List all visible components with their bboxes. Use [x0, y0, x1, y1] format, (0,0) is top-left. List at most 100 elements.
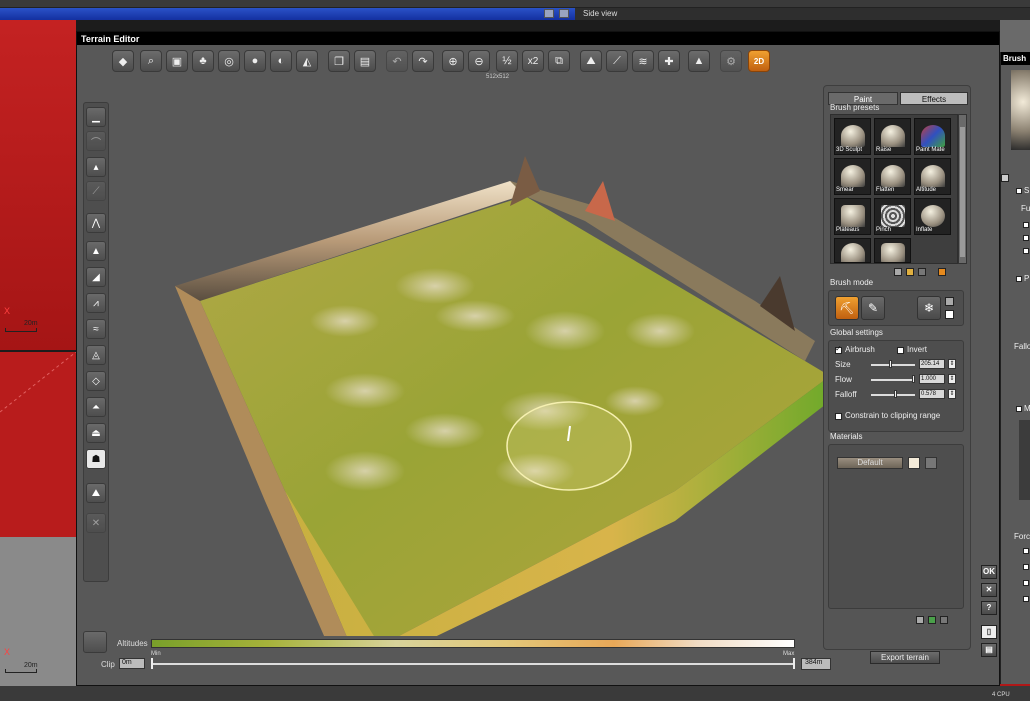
- mode-lock-icon[interactable]: [945, 297, 954, 306]
- brush-force-check-4[interactable]: [1023, 596, 1029, 602]
- altitudes-toggle-icon[interactable]: [83, 631, 107, 653]
- brush-option-s-check[interactable]: [1016, 188, 1022, 194]
- size-field[interactable]: 205.14: [919, 359, 945, 369]
- brush-option-p-check[interactable]: [1016, 276, 1022, 282]
- flat-terrain-icon[interactable]: ▁: [86, 107, 106, 127]
- crater-icon[interactable]: ◇: [86, 371, 106, 391]
- canyon-icon[interactable]: ⩘: [86, 293, 106, 313]
- export-terrain-button[interactable]: Export terrain: [870, 651, 940, 664]
- globe-icon[interactable]: ◎: [218, 50, 240, 72]
- preset-altitude[interactable]: Altitude: [914, 158, 951, 195]
- fractal-icon[interactable]: ≋: [632, 50, 654, 72]
- plateau-icon[interactable]: ⏏: [86, 423, 106, 443]
- airbrush-checkbox[interactable]: [835, 344, 842, 354]
- clip-max-handle[interactable]: [793, 658, 795, 669]
- flow-slider[interactable]: [871, 379, 915, 381]
- freeze-icon[interactable]: ❄: [917, 296, 941, 320]
- paste-icon[interactable]: ▤: [354, 50, 376, 72]
- size-spinner[interactable]: ⇕: [948, 359, 956, 369]
- preset-mound[interactable]: [834, 238, 871, 263]
- load-preset-icon[interactable]: [906, 268, 914, 276]
- shaded-sphere-icon[interactable]: ◐: [270, 50, 292, 72]
- falloff-field[interactable]: 0.578: [919, 389, 945, 399]
- zoom-extents-icon[interactable]: ⌕: [140, 50, 162, 72]
- redo-icon[interactable]: ↷: [412, 50, 434, 72]
- altitude-color-gradient[interactable]: [151, 639, 795, 648]
- material-color-swatch[interactable]: [908, 457, 920, 469]
- preset-options-icon[interactable]: [938, 268, 946, 276]
- peak-icon[interactable]: ▴: [86, 157, 106, 177]
- brush-force-check-3[interactable]: [1023, 580, 1029, 586]
- presets-scroll-thumb[interactable]: [960, 127, 965, 257]
- preset-plateaus[interactable]: Plateaus: [834, 198, 871, 235]
- picture-icon[interactable]: ☗: [86, 449, 106, 469]
- brush-force-check-1[interactable]: [1023, 548, 1029, 554]
- flow-spinner[interactable]: ⇕: [948, 374, 956, 384]
- terrain-menu-icon[interactable]: ◆: [112, 50, 134, 72]
- mountain-icon[interactable]: ▲: [688, 50, 710, 72]
- cliff-icon[interactable]: ◢: [86, 267, 106, 287]
- brush-option-m-check[interactable]: [1016, 406, 1022, 412]
- halve-resolution-icon[interactable]: ½: [496, 50, 518, 72]
- size-slider[interactable]: [871, 364, 915, 366]
- falloff-spinner[interactable]: ⇕: [948, 389, 956, 399]
- size-slider-knob[interactable]: [889, 360, 893, 368]
- document-icon[interactable]: ▯: [981, 625, 997, 639]
- undo-icon[interactable]: ↶: [386, 50, 408, 72]
- brush-fn-check-3[interactable]: [1023, 248, 1029, 254]
- 2d-brush-icon[interactable]: 2D: [748, 50, 770, 72]
- clip-min-handle[interactable]: [151, 658, 153, 669]
- preset-flatten[interactable]: Flatten: [874, 158, 911, 195]
- delete-preset-icon[interactable]: [918, 268, 926, 276]
- ridge-icon[interactable]: ⋀: [86, 213, 106, 233]
- mode-color-icon[interactable]: [945, 310, 954, 319]
- preset-3d-sculpt[interactable]: 3D Sculpt: [834, 118, 871, 155]
- constrain-checkbox[interactable]: [835, 413, 842, 420]
- dunes-icon[interactable]: ≈: [86, 319, 106, 339]
- flow-field[interactable]: 1.000: [919, 374, 945, 384]
- rounded-hill-icon[interactable]: ⌒: [86, 131, 106, 151]
- add-icon[interactable]: ✚: [658, 50, 680, 72]
- add-material-icon[interactable]: [928, 616, 936, 624]
- flow-slider-knob[interactable]: [912, 375, 915, 383]
- brush-fn-check-1[interactable]: [1023, 222, 1029, 228]
- invert-checkbox[interactable]: [897, 347, 904, 354]
- sculpt-mode-icon[interactable]: ⛏: [835, 296, 859, 320]
- altitude-icon[interactable]: ⛰: [580, 50, 602, 72]
- close-button[interactable]: ✕: [981, 583, 997, 597]
- sidebar-toggle-icon[interactable]: ▤: [981, 643, 997, 657]
- erosion-icon[interactable]: ⟋: [606, 50, 628, 72]
- copy-icon[interactable]: ❐: [328, 50, 350, 72]
- front-viewport[interactable]: X 20m: [0, 537, 76, 687]
- crop-icon[interactable]: ⧉: [548, 50, 570, 72]
- save-preset-icon[interactable]: [894, 268, 902, 276]
- brush-force-check-2[interactable]: [1023, 564, 1029, 570]
- delete-material-icon[interactable]: [940, 616, 948, 624]
- paint-mode-icon[interactable]: ✎: [861, 296, 885, 320]
- preset-smear[interactable]: Smear: [834, 158, 871, 195]
- save-material-icon[interactable]: [916, 616, 924, 624]
- side-viewport[interactable]: [0, 352, 76, 537]
- volcano-icon[interactable]: ⏶: [86, 397, 106, 417]
- viewport-maximize-icon[interactable]: [559, 9, 569, 18]
- viewport-options-icon[interactable]: [544, 9, 554, 18]
- brush-scroll-handle[interactable]: [1001, 174, 1009, 182]
- disabled-tool-icon[interactable]: ✕: [86, 513, 106, 533]
- preset-paint-material[interactable]: Paint Mate: [914, 118, 951, 155]
- rocky-icon[interactable]: ◬: [86, 345, 106, 365]
- preset-pinch[interactable]: Pinch: [874, 198, 911, 235]
- presets-scrollbar[interactable]: [958, 114, 967, 264]
- brush-fn-check-2[interactable]: [1023, 235, 1029, 241]
- top-viewport[interactable]: X 20m: [0, 20, 76, 350]
- tab-effects[interactable]: Effects: [900, 92, 968, 105]
- mountain-tool-icon[interactable]: ▲: [86, 241, 106, 261]
- render-preview-icon[interactable]: ▣: [166, 50, 188, 72]
- clip-min-field[interactable]: 0m: [119, 658, 145, 669]
- zoom-out-icon[interactable]: ⊖: [468, 50, 490, 72]
- zoom-in-icon[interactable]: ⊕: [442, 50, 464, 72]
- random-terrain-icon[interactable]: ⛰: [86, 483, 106, 503]
- erode-icon[interactable]: ⟋: [86, 181, 106, 201]
- default-material-button[interactable]: Default: [837, 457, 903, 469]
- preset-raise[interactable]: Raise: [874, 118, 911, 155]
- terrain-3d-viewport[interactable]: [115, 71, 825, 636]
